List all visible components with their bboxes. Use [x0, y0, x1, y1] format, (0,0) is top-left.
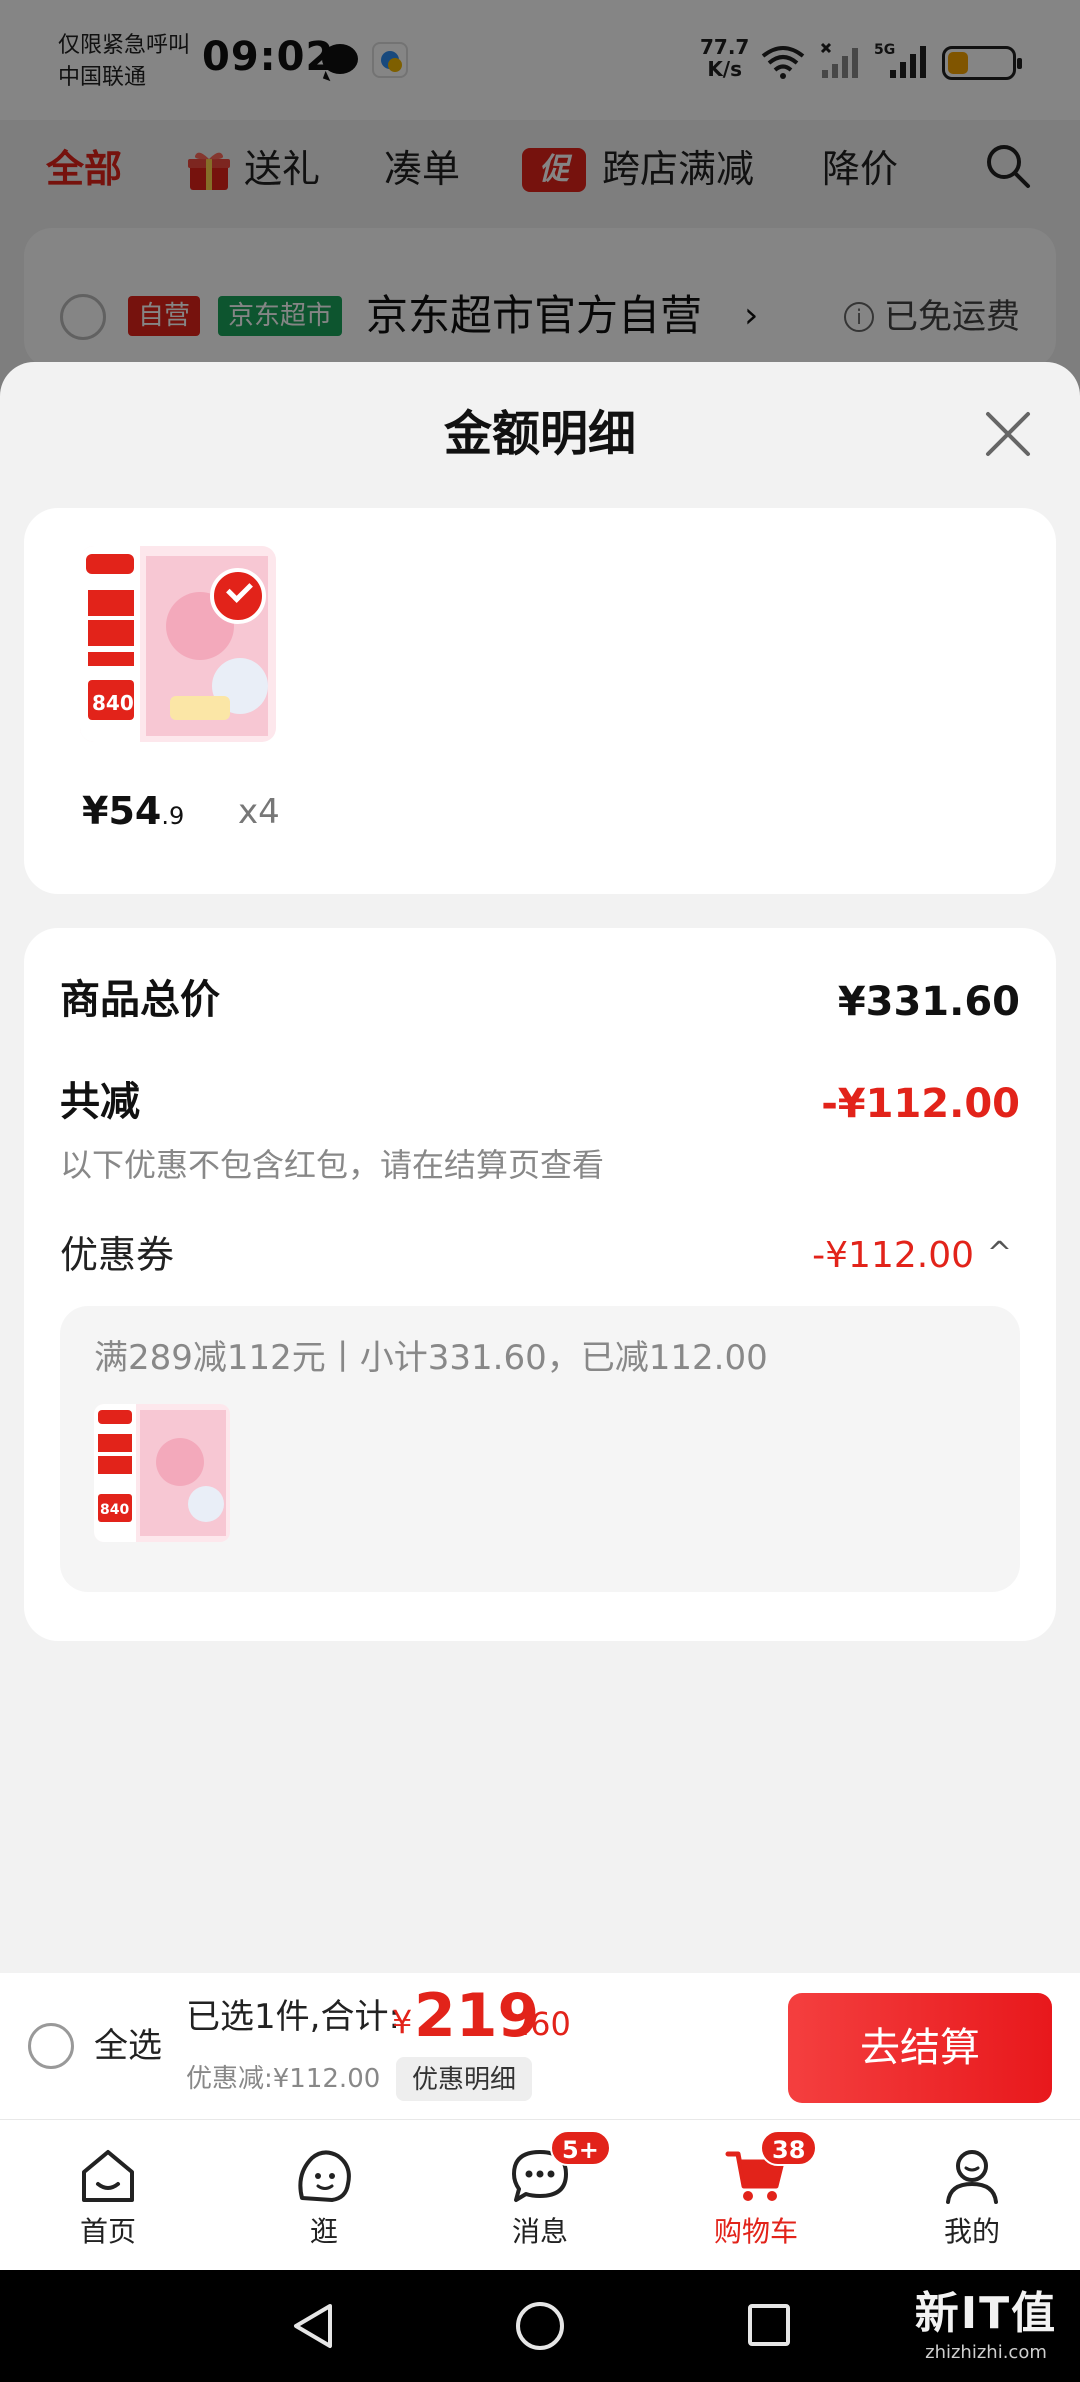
- price-detail-sheet: 金额明细 840 ¥54.9 x4 商品总价 ¥331.60 共减 -¥112.…: [0, 362, 1080, 1973]
- price-summary-card: 商品总价 ¥331.60 共减 -¥112.00 以下优惠不包含红包，请在结算页…: [24, 928, 1056, 1641]
- tab-home-label: 首页: [79, 2215, 136, 2248]
- svg-text:840: 840: [100, 1502, 129, 1518]
- total-amount-dec: .60: [520, 2005, 571, 2043]
- home-nav-icon[interactable]: [516, 2302, 564, 2350]
- tab-home[interactable]: 首页: [0, 2120, 216, 2271]
- tab-cart-label: 购物车: [713, 2215, 798, 2248]
- item-quantity: x4: [238, 792, 280, 832]
- browse-icon: [298, 2150, 351, 2202]
- back-icon[interactable]: [290, 2302, 336, 2350]
- chevron-up-icon[interactable]: ^: [987, 1228, 1012, 1280]
- tab-profile[interactable]: 我的: [864, 2120, 1080, 2271]
- tab-messages[interactable]: 5+ 消息: [432, 2120, 648, 2271]
- watermark-domain: zhizhizhi.com: [925, 2342, 1047, 2363]
- tab-profile-label: 我的: [943, 2215, 1000, 2248]
- item-unit-price: ¥54.9: [82, 786, 184, 841]
- profile-icon: [946, 2150, 998, 2204]
- coupon-detail-box: 满289减112元丨小计331.60，已减112.00 840: [60, 1306, 1020, 1592]
- discount-amount-text: 优惠减:¥112.00: [186, 2064, 381, 2094]
- goods-total-value: ¥331.60: [837, 979, 1020, 1025]
- watermark-brand: 新IT值: [914, 2288, 1058, 2339]
- total-reduction-value: -¥112.00: [821, 1081, 1020, 1127]
- coupon-value[interactable]: -¥112.00: [812, 1230, 974, 1282]
- sheet-title: 金额明细: [443, 406, 636, 462]
- reduction-hint: 以下优惠不包含红包，请在结算页查看: [60, 1146, 605, 1184]
- message-badge: 5+: [550, 2130, 611, 2166]
- select-all-label[interactable]: 全选: [94, 2019, 162, 2073]
- selected-count-text: 已选1件,合计:: [186, 1997, 400, 2037]
- discount-detail-button[interactable]: 优惠明细: [396, 2057, 533, 2101]
- cart-badge: 38: [760, 2130, 818, 2166]
- coupon-description: 满289减112元丨小计331.60，已减112.00: [94, 1338, 768, 1378]
- total-currency: ¥: [392, 2003, 413, 2041]
- tab-messages-label: 消息: [511, 2215, 568, 2248]
- item-price-dec: .9: [161, 802, 185, 830]
- watermark: 新IT值 zhizhizhi.com: [900, 2286, 1072, 2376]
- close-icon[interactable]: [980, 406, 1036, 462]
- item-price-int: ¥54: [82, 789, 162, 833]
- coupon-label[interactable]: 优惠券: [60, 1228, 174, 1282]
- select-all-radio[interactable]: [28, 2023, 74, 2069]
- tab-browse-label: 逛: [309, 2215, 338, 2248]
- home-icon: [82, 2150, 134, 2202]
- checkout-bar: 全选 已选1件,合计: ¥ 219 .60 优惠减:¥112.00 优惠明细 去…: [0, 1973, 1080, 2119]
- total-reduction-label: 共减: [60, 1079, 140, 1125]
- check-badge-icon: [210, 568, 266, 624]
- recent-apps-icon[interactable]: [748, 2304, 790, 2346]
- svg-text:840: 840: [92, 691, 134, 715]
- bottom-tab-bar: 首页 逛 5+ 消息 38 购物车 我的: [0, 2119, 1080, 2270]
- goods-total-label: 商品总价: [60, 977, 220, 1023]
- checkout-button[interactable]: 去结算: [788, 1993, 1052, 2103]
- tab-cart[interactable]: 38 购物车: [648, 2120, 864, 2271]
- item-card: 840 ¥54.9 x4: [24, 508, 1056, 894]
- system-nav-bar: 新IT值 zhizhizhi.com: [0, 2270, 1080, 2382]
- tab-browse[interactable]: 逛: [216, 2120, 432, 2271]
- coupon-product-thumbnail: 840: [94, 1404, 230, 1542]
